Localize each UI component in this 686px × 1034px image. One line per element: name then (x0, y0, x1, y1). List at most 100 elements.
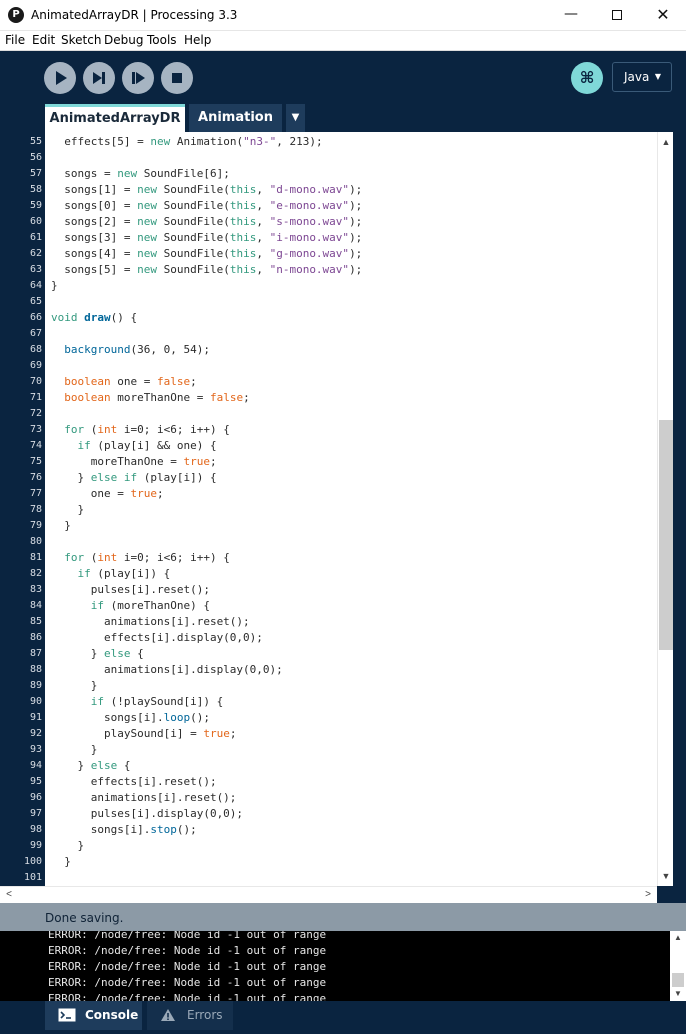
tab-menu-button[interactable]: ▼ (286, 104, 305, 132)
code-line[interactable]: if (moreThanOne) { (51, 598, 210, 614)
code-text: songs[0] = (51, 199, 138, 212)
code-line[interactable]: songs[1] = new SoundFile(this, "d-mono.w… (51, 182, 362, 198)
code-line[interactable]: } (51, 854, 71, 870)
menu-help[interactable]: Help (184, 33, 211, 47)
console-output[interactable]: ERROR: /node/free: Node id -1 out of ran… (0, 931, 670, 1001)
step-button[interactable] (83, 62, 115, 94)
code-token-kw: true (130, 487, 157, 500)
code-text: ); (349, 183, 363, 196)
debugger-icon[interactable]: ⌘ (571, 62, 603, 94)
code-line[interactable]: songs[4] = new SoundFile(this, "g-mono.w… (51, 246, 362, 262)
code-token-kw2: this (229, 199, 257, 212)
code-line[interactable]: for (int i=0; i<6; i++) { (51, 422, 230, 438)
console-scrollbar[interactable]: ▲ ▼ (670, 931, 686, 1001)
code-line[interactable]: animations[i].reset(); (51, 790, 237, 806)
code-token-kw2: new (137, 183, 157, 196)
code-line[interactable]: songs = new SoundFile[6]; (51, 166, 230, 182)
code-line[interactable]: effects[5] = new Animation("n3-", 213); (51, 134, 322, 150)
code-line[interactable]: animations[i].reset(); (51, 614, 250, 630)
horizontal-scroll-track[interactable] (16, 890, 641, 900)
code-line[interactable]: } else if (play[i]) { (51, 470, 216, 486)
code-text: } (51, 647, 104, 660)
code-text: songs[i]. (51, 711, 164, 724)
close-button[interactable]: ✕ (640, 0, 686, 31)
run-button[interactable] (44, 62, 76, 94)
code-token-kw2: if (77, 567, 91, 580)
editor-vertical-scrollbar[interactable]: ▲ ▼ (657, 132, 673, 886)
code-line[interactable]: } (51, 518, 71, 534)
editor-horizontal-scrollbar[interactable]: < > (0, 886, 657, 903)
code-line[interactable]: pulses[i].display(0,0); (51, 806, 243, 822)
code-line[interactable]: if (!playSound[i]) { (51, 694, 223, 710)
code-line[interactable]: songs[2] = new SoundFile(this, "s-mono.w… (51, 214, 362, 230)
code-text: moreThanOne = (110, 391, 210, 404)
scroll-down-icon[interactable]: ▼ (670, 987, 686, 1001)
minimize-button[interactable]: — (548, 0, 594, 31)
code-line[interactable]: effects[i].reset(); (51, 774, 217, 790)
line-number-gutter: 55 56 57 58 59 60 61 62 63 64 65 66 67 68 69 70 71 72 73 74… (0, 132, 45, 886)
code-line[interactable]: } else { (51, 646, 144, 662)
menu-sketch[interactable]: Sketch (61, 33, 101, 47)
code-line[interactable]: } (51, 838, 84, 854)
code-line[interactable]: one = true; (51, 486, 164, 502)
code-text: (); (190, 711, 210, 724)
menu-debug[interactable]: Debug (104, 33, 143, 47)
maximize-button[interactable] (594, 0, 640, 31)
tab-animatedarraydr[interactable]: AnimatedArrayDR (45, 104, 185, 132)
code-text: } (51, 279, 58, 292)
code-token-str: "s-mono.wav" (269, 215, 350, 228)
menu-edit[interactable]: Edit (32, 33, 55, 47)
code-line[interactable]: animations[i].display(0,0); (51, 662, 283, 678)
scrollbar-thumb[interactable] (659, 420, 673, 650)
code-line[interactable]: songs[5] = new SoundFile(this, "n-mono.w… (51, 262, 362, 278)
code-line[interactable]: songs[0] = new SoundFile(this, "e-mono.w… (51, 198, 362, 214)
scroll-up-icon[interactable]: ▲ (658, 134, 674, 150)
code-line[interactable]: playSound[i] = true; (51, 726, 236, 742)
console-tab-label: Console (85, 1008, 139, 1022)
code-text: } (51, 759, 91, 772)
scroll-left-icon[interactable]: < (1, 887, 17, 903)
code-line[interactable]: pulses[i].reset(); (51, 582, 210, 598)
code-line[interactable]: songs[3] = new SoundFile(this, "i-mono.w… (51, 230, 362, 246)
errors-tab[interactable]: Errors (147, 1001, 233, 1030)
warning-icon (161, 1009, 175, 1021)
menu-bar: File Edit Sketch Debug Tools Help (0, 31, 686, 51)
code-token-kw2: new (117, 167, 138, 180)
code-line[interactable]: if (play[i]) { (51, 566, 171, 582)
console-tab[interactable]: Console (45, 1001, 142, 1030)
code-text: effects[i].display(0,0); (51, 631, 263, 644)
scroll-down-icon[interactable]: ▼ (658, 868, 674, 884)
scroll-up-icon[interactable]: ▲ (670, 931, 686, 945)
scroll-right-icon[interactable]: > (640, 887, 656, 903)
code-line[interactable]: } (51, 278, 58, 294)
code-line[interactable]: songs[i].stop(); (51, 822, 197, 838)
code-line[interactable]: background(36, 0, 54); (51, 342, 210, 358)
menu-file[interactable]: File (5, 33, 25, 47)
code-line[interactable]: boolean one = false; (51, 374, 196, 390)
code-line[interactable]: void draw() { (51, 310, 137, 326)
code-line[interactable]: songs[i].loop(); (51, 710, 210, 726)
code-text: } (51, 743, 98, 756)
code-line[interactable]: } (51, 742, 98, 758)
code-text: songs[2] = (51, 215, 138, 228)
continue-button[interactable] (122, 62, 154, 94)
code-line[interactable]: effects[i].display(0,0); (51, 630, 263, 646)
stop-button[interactable] (161, 62, 193, 94)
code-line[interactable]: } else { (51, 758, 130, 774)
code-editor[interactable]: effects[5] = new Animation("n3-", 213); … (45, 132, 657, 886)
code-text: Animation( (170, 135, 244, 148)
code-text: SoundFile( (156, 263, 230, 276)
code-line[interactable]: if (play[i] && one) { (51, 438, 217, 454)
menu-tools[interactable]: Tools (147, 33, 177, 47)
mode-selector[interactable]: Java ▼ (612, 62, 672, 92)
code-line[interactable]: for (int i=0; i<6; i++) { (51, 550, 230, 566)
tab-animation[interactable]: Animation (189, 104, 282, 132)
code-line[interactable]: moreThanOne = true; (51, 454, 217, 470)
code-line[interactable]: boolean moreThanOne = false; (51, 390, 249, 406)
status-bar: Done saving. (0, 903, 686, 931)
code-line[interactable]: } (51, 502, 84, 518)
console-scrollbar-thumb[interactable] (672, 973, 684, 987)
line-number: 75 (29, 456, 42, 467)
code-line[interactable]: } (51, 678, 98, 694)
